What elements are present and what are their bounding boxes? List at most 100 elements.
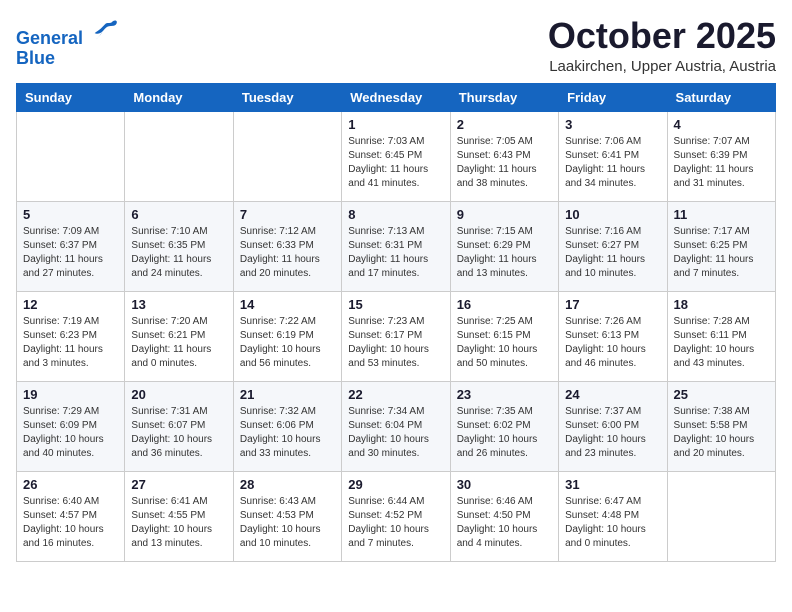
calendar-cell: 15Sunrise: 7:23 AM Sunset: 6:17 PM Dayli… bbox=[342, 291, 450, 381]
day-info: Sunrise: 6:44 AM Sunset: 4:52 PM Dayligh… bbox=[348, 495, 443, 551]
week-row-3: 12 Sunrise: 7:19 AM Sunset: 6:23 PM Dayli… bbox=[17, 291, 776, 381]
calendar-cell: 28Sunrise: 6:43 AM Sunset: 4:53 PM Dayli… bbox=[233, 471, 341, 561]
day-number: 9 bbox=[457, 207, 552, 222]
calendar-cell: 14 Sunrise: 7:22 AM Sunset: 6:19 PM Dayli… bbox=[233, 291, 341, 381]
day-info: Sunrise: 7:26 AM Sunset: 6:13 PM Dayligh… bbox=[565, 315, 660, 371]
header-day-wednesday: Wednesday bbox=[342, 83, 450, 111]
day-info: Sunrise: 6:40 AM Sunset: 4:57 PM Dayligh… bbox=[23, 495, 118, 551]
day-info: Sunrise: 7:16 AM Sunset: 6:27 PM Dayligh… bbox=[565, 225, 660, 281]
calendar-cell: 12 Sunrise: 7:19 AM Sunset: 6:23 PM Dayli… bbox=[17, 291, 125, 381]
day-info: Sunrise: 7:19 AM Sunset: 6:23 PM Dayligh… bbox=[23, 315, 118, 371]
day-number: 27 bbox=[131, 477, 226, 492]
calendar-table: SundayMondayTuesdayWednesdayThursdayFrid… bbox=[16, 83, 776, 562]
calendar-cell: 18 Sunrise: 7:28 AM Sunset: 6:11 PM Dayli… bbox=[667, 291, 775, 381]
calendar-cell: 27 Sunrise: 6:41 AM Sunset: 4:55 PM Dayli… bbox=[125, 471, 233, 561]
day-number: 1 bbox=[348, 117, 443, 132]
calendar-cell: 22 Sunrise: 7:34 AM Sunset: 6:04 PM Dayli… bbox=[342, 381, 450, 471]
calendar-cell: 29Sunrise: 6:44 AM Sunset: 4:52 PM Dayli… bbox=[342, 471, 450, 561]
day-info: Sunrise: 7:07 AM Sunset: 6:39 PM Dayligh… bbox=[674, 135, 769, 191]
header-row: SundayMondayTuesdayWednesdayThursdayFrid… bbox=[17, 83, 776, 111]
calendar-cell bbox=[17, 111, 125, 201]
day-info: Sunrise: 7:06 AM Sunset: 6:41 PM Dayligh… bbox=[565, 135, 660, 191]
day-number: 30 bbox=[457, 477, 552, 492]
day-number: 19 bbox=[23, 387, 118, 402]
calendar-cell: 6Sunrise: 7:10 AM Sunset: 6:35 PM Daylig… bbox=[125, 201, 233, 291]
calendar-cell: 21Sunrise: 7:32 AM Sunset: 6:06 PM Dayli… bbox=[233, 381, 341, 471]
calendar-cell: 8 Sunrise: 7:13 AM Sunset: 6:31 PM Daylig… bbox=[342, 201, 450, 291]
calendar-cell: 11 Sunrise: 7:17 AM Sunset: 6:25 PM Dayli… bbox=[667, 201, 775, 291]
day-info: Sunrise: 6:41 AM Sunset: 4:55 PM Dayligh… bbox=[131, 495, 226, 551]
day-info: Sunrise: 7:34 AM Sunset: 6:04 PM Dayligh… bbox=[348, 405, 443, 461]
day-number: 23 bbox=[457, 387, 552, 402]
header-day-saturday: Saturday bbox=[667, 83, 775, 111]
day-info: Sunrise: 6:46 AM Sunset: 4:50 PM Dayligh… bbox=[457, 495, 552, 551]
day-number: 5 bbox=[23, 207, 118, 222]
day-number: 6 bbox=[131, 207, 226, 222]
logo-bird-icon bbox=[90, 16, 118, 44]
calendar-cell: 16 Sunrise: 7:25 AM Sunset: 6:15 PM Dayli… bbox=[450, 291, 558, 381]
logo-text: General bbox=[16, 16, 118, 49]
header-day-monday: Monday bbox=[125, 83, 233, 111]
page-header: General Blue October 2025 Laakirchen, Up… bbox=[16, 16, 776, 75]
title-block: October 2025 Laakirchen, Upper Austria, … bbox=[548, 16, 776, 75]
day-info: Sunrise: 7:13 AM Sunset: 6:31 PM Dayligh… bbox=[348, 225, 443, 281]
calendar-cell: 4Sunrise: 7:07 AM Sunset: 6:39 PM Daylig… bbox=[667, 111, 775, 201]
calendar-cell: 2 Sunrise: 7:05 AM Sunset: 6:43 PM Daylig… bbox=[450, 111, 558, 201]
day-number: 24 bbox=[565, 387, 660, 402]
day-number: 16 bbox=[457, 297, 552, 312]
day-number: 13 bbox=[131, 297, 226, 312]
calendar-cell: 23 Sunrise: 7:35 AM Sunset: 6:02 PM Dayli… bbox=[450, 381, 558, 471]
day-number: 17 bbox=[565, 297, 660, 312]
header-day-thursday: Thursday bbox=[450, 83, 558, 111]
day-info: Sunrise: 7:28 AM Sunset: 6:11 PM Dayligh… bbox=[674, 315, 769, 371]
calendar-cell: 25Sunrise: 7:38 AM Sunset: 5:58 PM Dayli… bbox=[667, 381, 775, 471]
day-number: 12 bbox=[23, 297, 118, 312]
day-number: 22 bbox=[348, 387, 443, 402]
day-info: Sunrise: 7:38 AM Sunset: 5:58 PM Dayligh… bbox=[674, 405, 769, 461]
day-number: 21 bbox=[240, 387, 335, 402]
day-info: Sunrise: 7:25 AM Sunset: 6:15 PM Dayligh… bbox=[457, 315, 552, 371]
calendar-cell: 19Sunrise: 7:29 AM Sunset: 6:09 PM Dayli… bbox=[17, 381, 125, 471]
week-row-2: 5 Sunrise: 7:09 AM Sunset: 6:37 PM Daylig… bbox=[17, 201, 776, 291]
day-number: 26 bbox=[23, 477, 118, 492]
logo: General Blue bbox=[16, 16, 118, 69]
calendar-cell: 20Sunrise: 7:31 AM Sunset: 6:07 PM Dayli… bbox=[125, 381, 233, 471]
day-info: Sunrise: 7:03 AM Sunset: 6:45 PM Dayligh… bbox=[348, 135, 443, 191]
day-number: 20 bbox=[131, 387, 226, 402]
day-info: Sunrise: 7:23 AM Sunset: 6:17 PM Dayligh… bbox=[348, 315, 443, 371]
day-info: Sunrise: 7:35 AM Sunset: 6:02 PM Dayligh… bbox=[457, 405, 552, 461]
day-info: Sunrise: 7:09 AM Sunset: 6:37 PM Dayligh… bbox=[23, 225, 118, 281]
day-info: Sunrise: 7:22 AM Sunset: 6:19 PM Dayligh… bbox=[240, 315, 335, 371]
day-number: 14 bbox=[240, 297, 335, 312]
day-info: Sunrise: 7:12 AM Sunset: 6:33 PM Dayligh… bbox=[240, 225, 335, 281]
day-info: Sunrise: 7:20 AM Sunset: 6:21 PM Dayligh… bbox=[131, 315, 226, 371]
calendar-cell: 30 Sunrise: 6:46 AM Sunset: 4:50 PM Dayli… bbox=[450, 471, 558, 561]
header-day-sunday: Sunday bbox=[17, 83, 125, 111]
day-number: 8 bbox=[348, 207, 443, 222]
day-number: 2 bbox=[457, 117, 552, 132]
week-row-5: 26 Sunrise: 6:40 AM Sunset: 4:57 PM Dayli… bbox=[17, 471, 776, 561]
day-info: Sunrise: 7:05 AM Sunset: 6:43 PM Dayligh… bbox=[457, 135, 552, 191]
day-number: 31 bbox=[565, 477, 660, 492]
calendar-cell: 1 Sunrise: 7:03 AM Sunset: 6:45 PM Daylig… bbox=[342, 111, 450, 201]
day-number: 11 bbox=[674, 207, 769, 222]
calendar-cell: 9 Sunrise: 7:15 AM Sunset: 6:29 PM Daylig… bbox=[450, 201, 558, 291]
calendar-cell: 31 Sunrise: 6:47 AM Sunset: 4:48 PM Dayli… bbox=[559, 471, 667, 561]
calendar-cell: 24 Sunrise: 7:37 AM Sunset: 6:00 PM Dayli… bbox=[559, 381, 667, 471]
day-info: Sunrise: 7:17 AM Sunset: 6:25 PM Dayligh… bbox=[674, 225, 769, 281]
header-day-friday: Friday bbox=[559, 83, 667, 111]
calendar-cell: 3Sunrise: 7:06 AM Sunset: 6:41 PM Daylig… bbox=[559, 111, 667, 201]
day-number: 28 bbox=[240, 477, 335, 492]
day-info: Sunrise: 6:47 AM Sunset: 4:48 PM Dayligh… bbox=[565, 495, 660, 551]
calendar-cell: 13 Sunrise: 7:20 AM Sunset: 6:21 PM Dayli… bbox=[125, 291, 233, 381]
day-number: 7 bbox=[240, 207, 335, 222]
day-number: 18 bbox=[674, 297, 769, 312]
calendar-cell: 7 Sunrise: 7:12 AM Sunset: 6:33 PM Daylig… bbox=[233, 201, 341, 291]
day-info: Sunrise: 7:15 AM Sunset: 6:29 PM Dayligh… bbox=[457, 225, 552, 281]
week-row-1: 1 Sunrise: 7:03 AM Sunset: 6:45 PM Daylig… bbox=[17, 111, 776, 201]
day-number: 10 bbox=[565, 207, 660, 222]
logo-blue-text: Blue bbox=[16, 49, 118, 69]
day-info: Sunrise: 7:37 AM Sunset: 6:00 PM Dayligh… bbox=[565, 405, 660, 461]
calendar-cell bbox=[667, 471, 775, 561]
week-row-4: 19Sunrise: 7:29 AM Sunset: 6:09 PM Dayli… bbox=[17, 381, 776, 471]
